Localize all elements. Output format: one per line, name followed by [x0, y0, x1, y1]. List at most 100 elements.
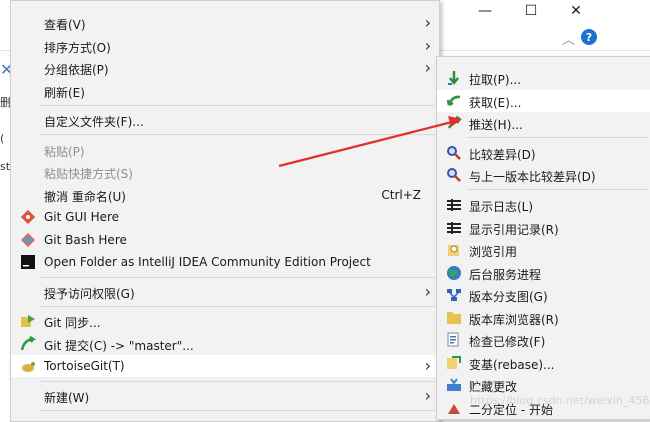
menu-item-label: 新建(W) — [44, 391, 90, 405]
submenu-item-diff-previous[interactable]: 与上一版本比较差异(D) — [437, 164, 650, 186]
menu-separator — [467, 137, 647, 138]
diff-icon — [446, 145, 462, 161]
menu-separator — [41, 306, 435, 307]
menu-item-label: 比较差异(D) — [469, 148, 536, 162]
bg-fragment: st — [0, 160, 11, 173]
minimize-button[interactable]: — — [462, 0, 508, 22]
menu-item-label: 显示引用记录(R) — [469, 223, 559, 237]
menu-item-label: 检查已修改(F) — [469, 335, 546, 349]
menu-separator — [41, 410, 435, 411]
submenu-item-check-modifications[interactable]: 检查已修改(F) — [437, 329, 650, 351]
menu-separator — [41, 134, 435, 135]
check-modifications-icon — [446, 332, 462, 348]
chevron-right-icon: › — [424, 13, 431, 32]
git-gui-icon — [20, 209, 36, 225]
chevron-right-icon: › — [424, 58, 431, 77]
daemon-icon — [446, 265, 462, 281]
menu-item-git-sync[interactable]: Git 同步... — [11, 310, 439, 332]
menu-item-label: 授予访问权限(G) — [44, 287, 135, 301]
diff-previous-icon — [446, 167, 462, 183]
collapse-ribbon-chevron-icon[interactable]: ︿ — [562, 29, 575, 48]
menu-item-label: 变基(rebase)... — [469, 358, 555, 372]
menu-item-label: 排序方式(O) — [44, 41, 111, 55]
fetch-icon — [446, 93, 462, 109]
menu-separator — [41, 105, 435, 106]
browse-refs-icon — [446, 242, 462, 258]
menu-item-label: 粘贴快捷方式(S) — [44, 167, 133, 181]
submenu-item-fetch[interactable]: 获取(E)... — [437, 90, 650, 112]
menu-item-label: 贮藏更改 — [469, 380, 518, 394]
submenu-item-stash[interactable]: 贮藏更改 — [437, 374, 650, 396]
menu-item-label: 浏览引用 — [469, 245, 518, 259]
repo-browser-icon — [446, 310, 462, 326]
watermark-text: https://blog.csdn.net/weixin_45650626 — [470, 394, 650, 407]
chevron-right-icon: › — [424, 356, 431, 375]
menu-separator — [41, 277, 435, 278]
menu-item-paste-shortcut: 粘贴快捷方式(S) — [11, 161, 439, 183]
menu-item-git-commit[interactable]: Git 提交(C) -> "master"... — [11, 333, 439, 355]
stash-icon — [446, 377, 462, 393]
menu-item-new[interactable]: 新建(W) › — [11, 385, 439, 407]
menu-item-label: Open Folder as IntelliJ IDEA Community E… — [44, 255, 371, 269]
submenu-item-daemon[interactable]: 后台服务进程 — [437, 262, 650, 284]
menu-item-label: 版本分支图(G) — [469, 290, 548, 304]
menu-item-refresh[interactable]: 刷新(E) — [11, 80, 439, 102]
menu-item-shortcut: Ctrl+Z — [381, 188, 421, 202]
bisect-icon — [446, 400, 462, 416]
submenu-item-repo-browser[interactable]: 版本库浏览器(R) — [437, 307, 650, 329]
show-log-icon — [446, 197, 462, 213]
submenu-item-reflog[interactable]: 显示引用记录(R) — [437, 217, 650, 239]
menu-item-label: 获取(E)... — [469, 96, 522, 110]
menu-separator — [467, 189, 647, 190]
reflog-icon — [446, 220, 462, 236]
menu-item-label: Git 同步... — [44, 316, 101, 330]
revision-graph-icon — [446, 287, 462, 303]
menu-item-label: Git 提交(C) -> "master"... — [44, 339, 194, 353]
tortoisegit-submenu: 拉取(P)... 获取(E)... 推送(H)... 比较差异(D) 与上一版本… — [436, 56, 650, 420]
help-icon[interactable]: ? — [581, 29, 597, 45]
menu-item-label: TortoiseGit(T) — [44, 359, 125, 373]
menu-item-label: 粘贴(P) — [44, 145, 85, 159]
git-sync-icon — [20, 313, 36, 329]
git-commit-icon — [20, 336, 36, 352]
pull-icon — [446, 70, 462, 86]
maximize-button[interactable]: ☐ — [508, 0, 554, 22]
chevron-right-icon: › — [424, 282, 431, 301]
submenu-item-show-log[interactable]: 显示日志(L) — [437, 194, 650, 216]
menu-item-customize-folder[interactable]: 自定义文件夹(F)... — [11, 109, 439, 131]
menu-item-view[interactable]: 查看(V) › — [11, 12, 439, 34]
menu-item-label: 撤消 重命名(U) — [44, 190, 126, 204]
menu-item-label: Git Bash Here — [44, 233, 127, 247]
menu-item-git-gui-here[interactable]: Git GUI Here — [11, 206, 439, 228]
menu-item-label: 显示日志(L) — [469, 200, 534, 214]
context-menu: 查看(V) › 排序方式(O) › 分组依据(P) › 刷新(E) 自定义文件夹… — [10, 0, 440, 422]
menu-item-label: 拉取(P)... — [469, 73, 522, 87]
menu-item-git-bash-here[interactable]: Git Bash Here — [11, 229, 439, 251]
submenu-item-rebase[interactable]: 变基(rebase)... — [437, 352, 650, 374]
menu-item-tortoisegit[interactable]: TortoiseGit(T) › — [11, 355, 439, 377]
close-button[interactable]: ✕ — [553, 0, 599, 22]
menu-item-open-intellij[interactable]: Open Folder as IntelliJ IDEA Community E… — [11, 251, 439, 273]
git-bash-icon — [20, 232, 36, 248]
menu-separator — [41, 381, 435, 382]
submenu-item-push[interactable]: 推送(H)... — [437, 112, 650, 134]
submenu-item-diff[interactable]: 比较差异(D) — [437, 142, 650, 164]
menu-item-label: 查看(V) — [44, 18, 86, 32]
push-icon — [446, 115, 462, 131]
menu-item-label: 自定义文件夹(F)... — [44, 115, 144, 129]
menu-item-undo-rename[interactable]: 撤消 重命名(U) Ctrl+Z — [11, 184, 439, 206]
chevron-right-icon: › — [424, 386, 431, 405]
submenu-item-revision-graph[interactable]: 版本分支图(G) — [437, 284, 650, 306]
menu-item-group-by[interactable]: 分组依据(P) › — [11, 57, 439, 79]
submenu-item-browse-refs[interactable]: 浏览引用 — [437, 239, 650, 261]
rebase-icon — [446, 355, 462, 371]
menu-item-grant-access[interactable]: 授予访问权限(G) › — [11, 281, 439, 303]
menu-item-label: 推送(H)... — [469, 118, 523, 132]
menu-item-label: 刷新(E) — [44, 86, 85, 100]
bg-fragment: ( — [0, 132, 5, 145]
submenu-item-pull[interactable]: 拉取(P)... — [437, 67, 650, 89]
menu-item-label: 版本库浏览器(R) — [469, 313, 559, 327]
menu-item-paste: 粘贴(P) — [11, 139, 439, 161]
menu-item-label: Git GUI Here — [44, 210, 120, 224]
menu-item-sort-by[interactable]: 排序方式(O) › — [11, 35, 439, 57]
